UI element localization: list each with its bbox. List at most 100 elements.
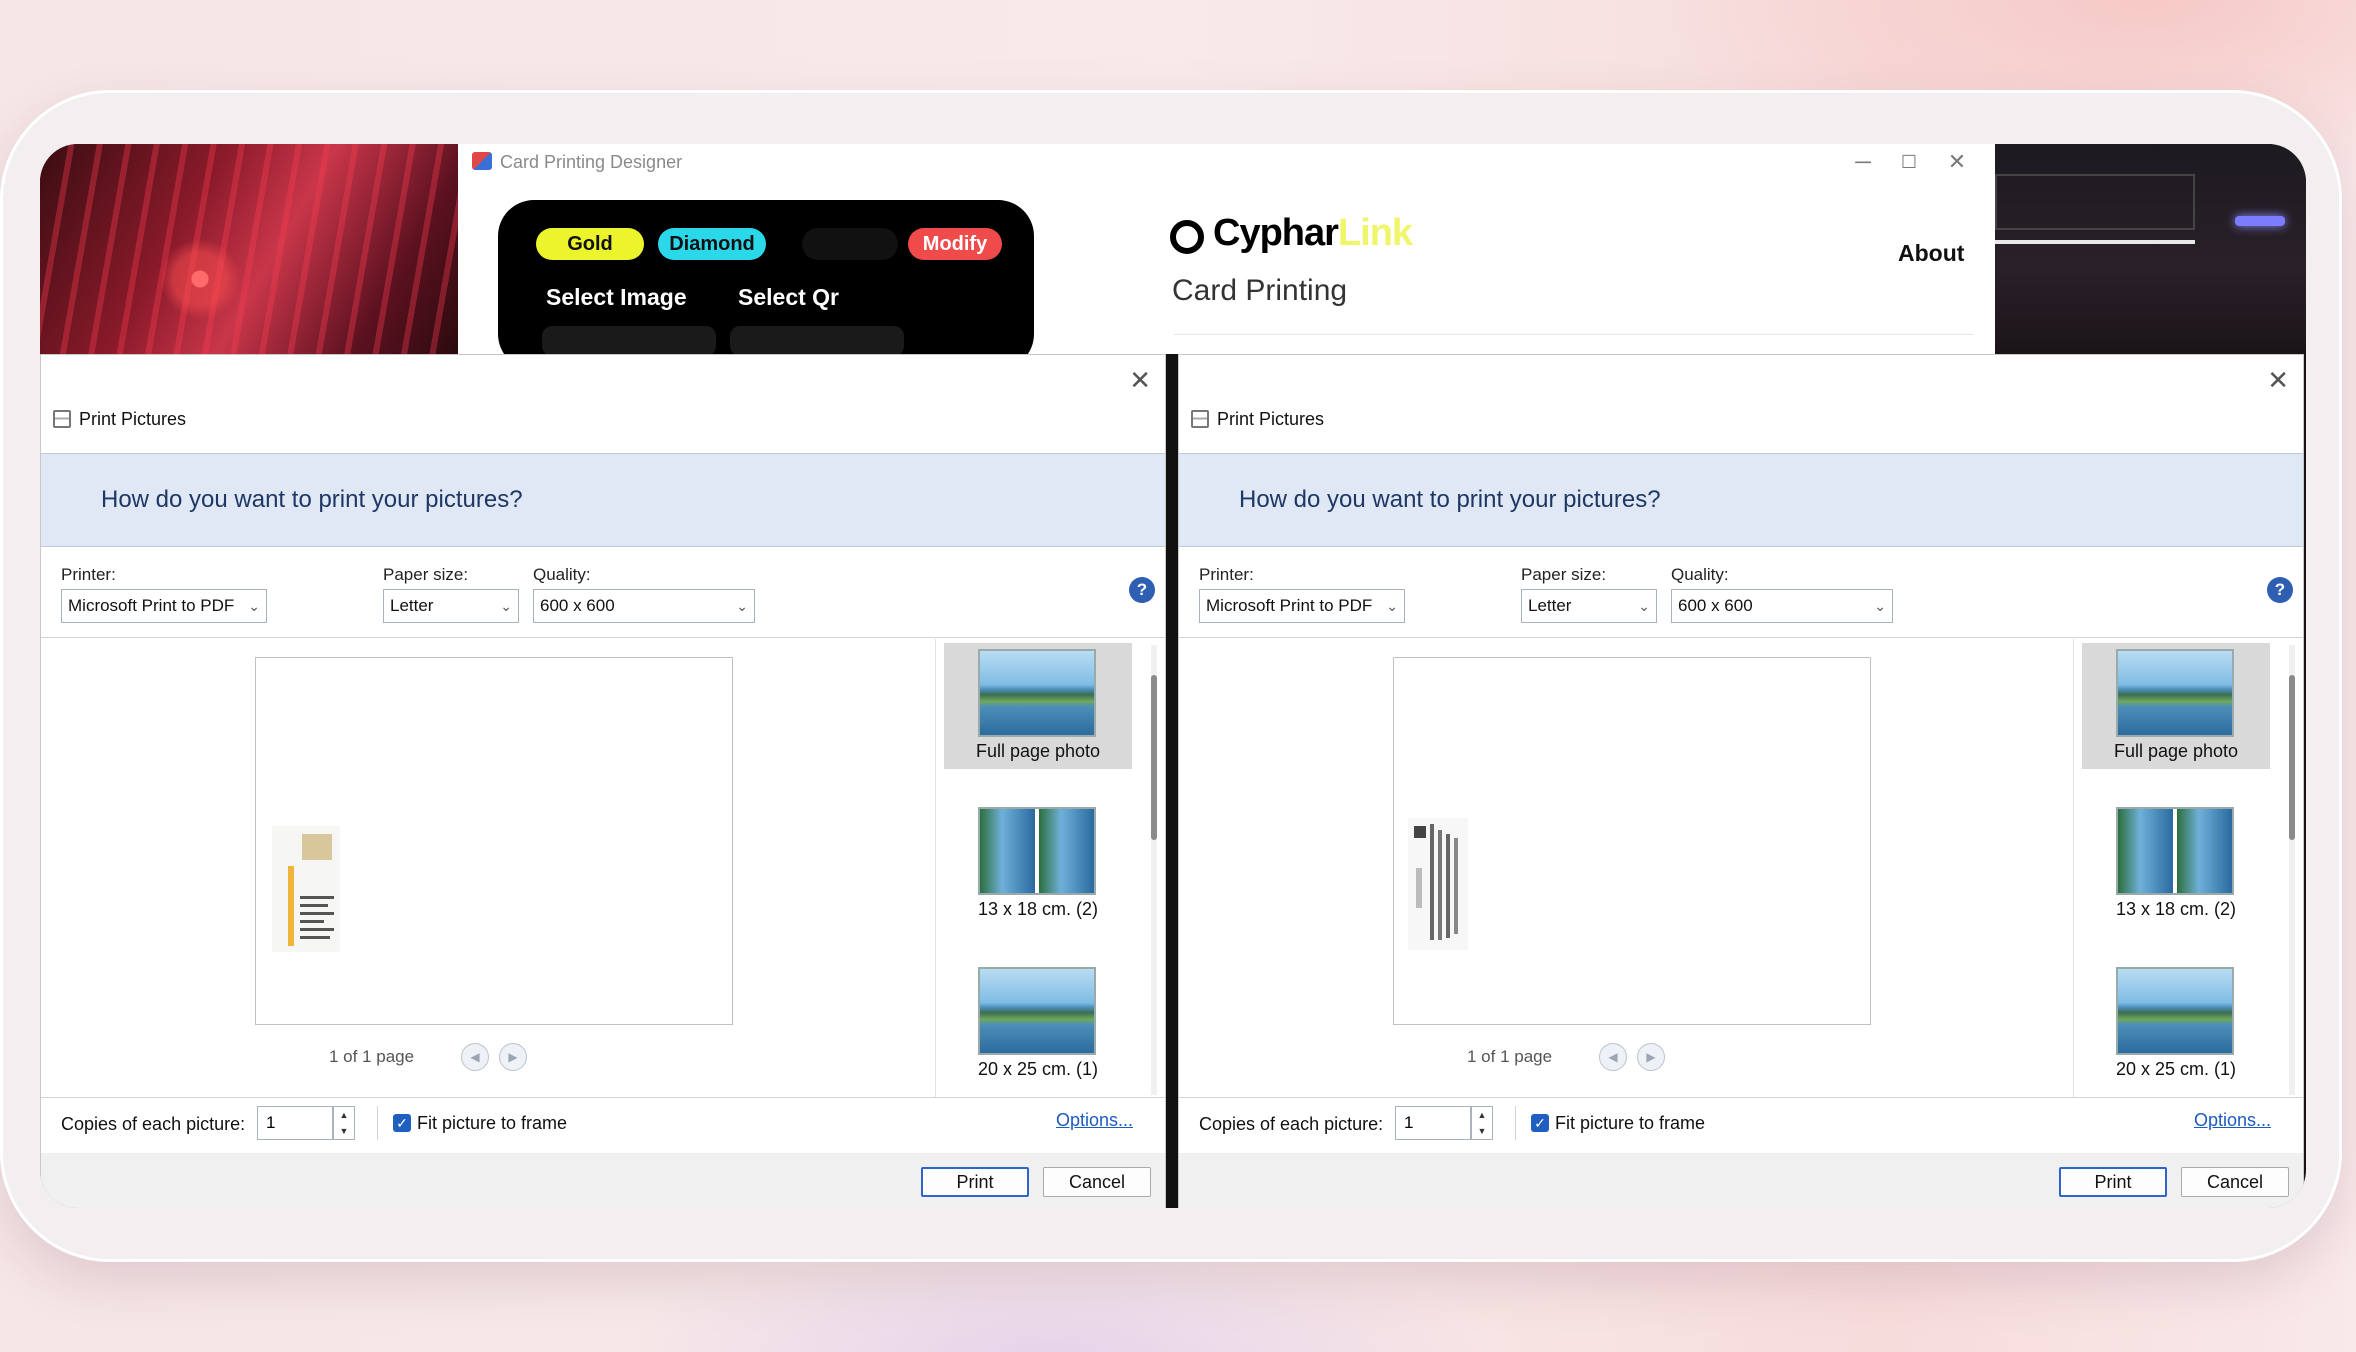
stepper-up-icon[interactable]: ▲ [334,1107,354,1123]
copies-input[interactable]: 1 [257,1106,333,1140]
print-pictures-dialog-left: ✕ Print Pictures How do you want to prin… [40,354,1166,1208]
dialog-title-text: Print Pictures [1217,409,1325,429]
split-thumbnail [978,807,1096,895]
print-button[interactable]: Print [921,1167,1029,1197]
fit-picture-label[interactable]: Fit picture to frame [1555,1113,1705,1134]
options-row: Copies of each picture: 1 ▲ ▼ ✓ Fit pictu… [1179,1098,2303,1152]
next-page-icon[interactable]: ▶ [1637,1043,1665,1071]
divider [1174,334,1974,335]
chevron-down-icon: ⌄ [1386,598,1398,614]
layout-full-page[interactable]: Full page photo [2082,643,2270,769]
select-image-label[interactable]: Select Image [546,284,687,311]
quality-label: Quality: [533,565,591,584]
copies-input[interactable]: 1 [1395,1106,1471,1140]
landscape-thumbnail [978,967,1096,1055]
help-icon[interactable]: ? [2267,577,2293,603]
minimize-button[interactable]: ─ [1848,148,1878,176]
stepper-up-icon[interactable]: ▲ [1472,1107,1492,1123]
layout-scrollbar[interactable] [1151,645,1157,1095]
dialog-title: Print Pictures [53,409,186,430]
image-slot[interactable] [542,326,716,356]
button-row: Print Cancel [1179,1153,2303,1208]
dialog-gap [1166,354,1178,1208]
paper-size-label: Paper size: [383,565,469,584]
divider [1179,637,2303,638]
page-count: 1 of 1 page [329,1047,415,1066]
divider [41,637,1165,638]
layout-13x18[interactable]: 13 x 18 cm. (2) [2082,801,2270,927]
layout-list: Full page photo 13 x 18 cm. (2) 20 x 25 … [935,639,1163,1097]
dialog-title-text: Print Pictures [79,409,187,429]
select-qr-label[interactable]: Select Qr [738,284,839,311]
layout-list: Full page photo 13 x 18 cm. (2) 20 x 25 … [2073,639,2301,1097]
blank-button[interactable] [802,228,898,260]
cancel-button[interactable]: Cancel [1043,1167,1151,1197]
about-link[interactable]: About [1898,240,1964,267]
control-panel: Gold Diamond Modify Select Image Select … [498,200,1034,370]
question-banner: How do you want to print your pictures? [41,453,1165,547]
layout-20x25[interactable]: 20 x 25 cm. (1) [2082,961,2270,1087]
printer-icon [53,410,71,428]
divider [377,1106,378,1140]
close-icon[interactable]: ✕ [1129,365,1151,396]
gold-button[interactable]: Gold [536,228,644,260]
layout-caption: 20 x 25 cm. (1) [977,1059,1099,1079]
printer-select[interactable]: Microsoft Print to PDF ⌄ [61,589,267,623]
copies-stepper[interactable]: ▲ ▼ [333,1106,355,1140]
quality-label: Quality: [1671,565,1729,584]
layout-13x18[interactable]: 13 x 18 cm. (2) [944,801,1132,927]
background-line [1995,240,2195,244]
chevron-down-icon: ⌄ [1874,598,1886,614]
diamond-button[interactable]: Diamond [658,228,766,260]
card-printing-designer-window: Card Printing Designer ─ ☐ ✕ Gold Diamon… [458,144,1995,370]
layout-caption: 20 x 25 cm. (1) [2115,1059,2237,1079]
previous-page-icon[interactable]: ◀ [461,1043,489,1071]
fit-picture-label[interactable]: Fit picture to frame [417,1113,567,1134]
split-thumbnail [2116,807,2234,895]
cancel-button[interactable]: Cancel [2181,1167,2289,1197]
next-page-icon[interactable]: ▶ [499,1043,527,1071]
paper-size-select[interactable]: Letter ⌄ [1521,589,1657,623]
page-count: 1 of 1 page [1467,1047,1553,1066]
print-button[interactable]: Print [2059,1167,2167,1197]
fit-picture-checkbox[interactable]: ✓ [1531,1114,1549,1132]
question-text: How do you want to print your pictures? [1239,486,1661,513]
options-link[interactable]: Options... [2194,1110,2271,1131]
printer-label: Printer: [61,565,116,584]
printer-select[interactable]: Microsoft Print to PDF ⌄ [1199,589,1405,623]
chevron-down-icon: ⌄ [500,598,512,614]
close-button[interactable]: ✕ [1942,148,1972,176]
copies-label: Copies of each picture: [1199,1114,1384,1134]
layout-full-page[interactable]: Full page photo [944,643,1132,769]
landscape-thumbnail [978,649,1096,737]
options-link[interactable]: Options... [1056,1110,1133,1131]
printer-value: Microsoft Print to PDF [1206,596,1373,615]
quality-select[interactable]: 600 x 600 ⌄ [533,589,755,623]
modify-button[interactable]: Modify [908,228,1002,260]
quality-select[interactable]: 600 x 600 ⌄ [1671,589,1893,623]
qr-slot[interactable] [730,326,904,356]
help-icon[interactable]: ? [1129,577,1155,603]
layout-20x25[interactable]: 20 x 25 cm. (1) [944,961,1132,1087]
question-text: How do you want to print your pictures? [101,486,523,513]
quality-value: 600 x 600 [540,596,615,615]
paper-size-label: Paper size: [1521,565,1607,584]
divider [1515,1106,1516,1140]
neon-light [2235,216,2285,226]
brand-logo-icon [1170,220,1204,254]
window-title: Card Printing Designer [500,152,683,172]
layout-scrollbar[interactable] [2289,645,2295,1095]
stepper-down-icon[interactable]: ▼ [1472,1123,1492,1139]
previous-page-icon[interactable]: ◀ [1599,1043,1627,1071]
card-preview-image [272,826,340,952]
copies-stepper[interactable]: ▲ ▼ [1471,1106,1493,1140]
scrollbar-thumb[interactable] [1151,675,1157,840]
stepper-down-icon[interactable]: ▼ [334,1123,354,1139]
brand-name-part2: Link [1337,212,1413,254]
maximize-button[interactable]: ☐ [1894,148,1924,176]
fit-picture-checkbox[interactable]: ✓ [393,1114,411,1132]
paper-size-select[interactable]: Letter ⌄ [383,589,519,623]
close-icon[interactable]: ✕ [2267,365,2289,396]
scrollbar-thumb[interactable] [2289,675,2295,840]
layout-caption: 13 x 18 cm. (2) [977,899,1099,919]
